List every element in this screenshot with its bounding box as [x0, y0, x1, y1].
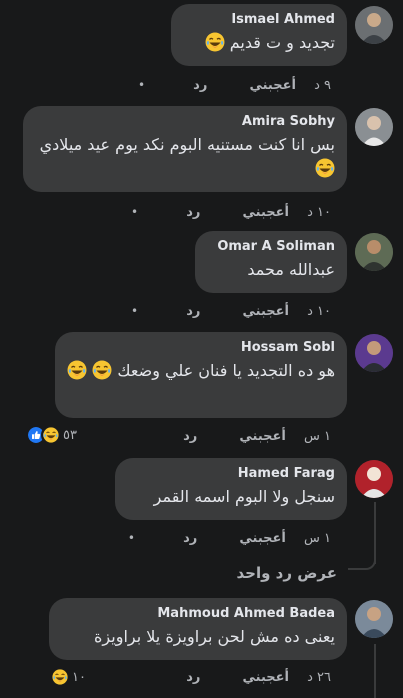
comment-time[interactable]: ٩ د	[314, 78, 331, 94]
comment-text: بس انا كنت مستنيه البوم نكد يوم عيد ميلا…	[35, 133, 335, 181]
avatar[interactable]	[355, 600, 393, 638]
avatar[interactable]	[355, 6, 393, 44]
avatar[interactable]	[355, 334, 393, 372]
comment-time[interactable]: ١ س	[304, 531, 331, 547]
more-dot[interactable]: •	[138, 77, 145, 93]
comment-author[interactable]: Hamed Farag	[127, 465, 335, 483]
comment-text: تجديد و ت قديم	[183, 31, 335, 55]
comment-author[interactable]: Omar A Soliman	[207, 238, 335, 256]
laughing-emoji-icon	[92, 360, 112, 380]
comment-bubble: Mahmoud Ahmed Badea يعنى ده مش لحن براوي…	[49, 598, 347, 660]
comment-actions: ٢٦ د أعجبني رد	[142, 670, 331, 686]
comment-time[interactable]: ١٠ د	[307, 205, 331, 221]
reply-button[interactable]: رد	[186, 670, 200, 686]
comment-author[interactable]: Mahmoud Ahmed Badea	[61, 605, 335, 623]
comment-text: سنجل ولا البوم اسمه القمر	[153, 487, 335, 506]
like-button[interactable]: أعجبني	[239, 429, 285, 445]
like-button[interactable]: أعجبني	[242, 205, 288, 221]
comment-actions: ١ س أعجبني رد •	[128, 530, 331, 547]
reaction-count: ١٠	[72, 669, 86, 685]
comment-actions: ١ س أعجبني رد	[139, 429, 331, 445]
comment-text: يعنى ده مش لحن براويزة يلا براويزة	[94, 627, 335, 646]
avatar[interactable]	[355, 233, 393, 271]
comment-author[interactable]: Amira Sobhy	[35, 113, 335, 131]
laughing-emoji-icon	[67, 360, 87, 380]
comment-bubble: Hamed Farag سنجل ولا البوم اسمه القمر	[115, 458, 347, 520]
like-button[interactable]: أعجبني	[249, 78, 295, 94]
more-dot[interactable]: •	[128, 530, 135, 546]
reply-thread-line	[348, 548, 376, 570]
reply-button[interactable]: رد	[186, 304, 200, 320]
reply-button[interactable]: رد	[186, 205, 200, 221]
comment-bubble: Amira Sobhy بس انا كنت مستنيه البوم نكد …	[23, 106, 347, 192]
reaction-count: ٥٣	[63, 427, 77, 443]
comment-bubble: Omar A Soliman عبدالله محمد	[195, 231, 347, 293]
comment-author[interactable]: Hossam Sobl	[67, 339, 335, 357]
reply-thread-line	[374, 644, 376, 698]
laughing-emoji-icon	[205, 32, 225, 52]
comment-thread: Ismael Ahmed تجديد و ت قديم ٩ د أعجبني ر…	[0, 0, 403, 698]
avatar[interactable]	[355, 108, 393, 146]
like-button[interactable]: أعجبني	[242, 670, 288, 686]
comment-author[interactable]: Ismael Ahmed	[183, 11, 335, 29]
laughing-emoji-icon	[50, 667, 70, 687]
reply-button[interactable]: رد	[183, 429, 197, 445]
comment-actions: ٩ د أعجبني رد •	[138, 77, 331, 94]
reaction-summary[interactable]: ١٠	[50, 667, 86, 687]
comment-actions: ١٠ د أعجبني رد •	[131, 204, 331, 221]
reply-button[interactable]: رد	[183, 531, 197, 547]
comment-text: عبدالله محمد	[247, 260, 335, 279]
like-button[interactable]: أعجبني	[242, 304, 288, 320]
more-dot[interactable]: •	[131, 204, 138, 220]
comment-text: هو ده التجديد يا فنان علي وضعك	[67, 359, 335, 383]
comment-bubble: Ismael Ahmed تجديد و ت قديم	[171, 4, 347, 66]
avatar[interactable]	[355, 460, 393, 498]
comment-time[interactable]: ٢٦ د	[307, 670, 331, 686]
comment-bubble: Hossam Sobl هو ده التجديد يا فنان علي وض…	[55, 332, 347, 418]
like-button[interactable]: أعجبني	[239, 531, 285, 547]
laughing-emoji-icon	[315, 158, 335, 178]
reaction-summary[interactable]: ٥٣	[26, 425, 77, 445]
comment-time[interactable]: ١٠ د	[307, 304, 331, 320]
view-replies-link[interactable]: عرض رد واحد	[237, 564, 337, 582]
more-dot[interactable]: •	[131, 303, 138, 319]
reply-button[interactable]: رد	[193, 78, 207, 94]
comment-actions: ١٠ د أعجبني رد •	[131, 303, 331, 320]
laughing-emoji-icon	[41, 425, 61, 445]
comment-time[interactable]: ١ س	[304, 429, 331, 445]
